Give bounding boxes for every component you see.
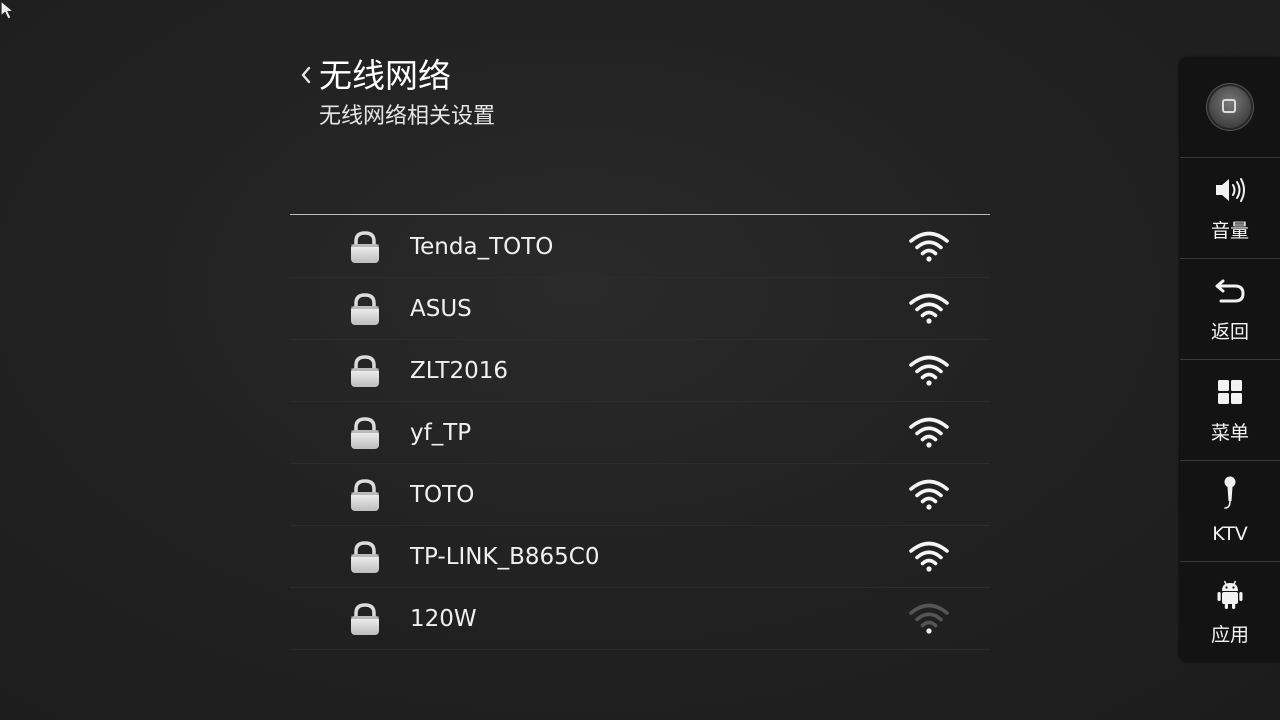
dock-menu-label: 菜单 [1210,422,1249,444]
lock-icon [348,416,382,450]
chevron-left-icon[interactable] [297,62,315,88]
network-ssid: ZLT2016 [410,358,508,384]
network-row[interactable]: TOTO [290,464,990,526]
network-ssid: ASUS [410,296,472,322]
lock-icon [348,292,382,326]
dock-volume-button[interactable]: 音量 [1180,158,1280,259]
dock-apps-button[interactable]: 应用 [1180,562,1280,662]
wifi-signal-icon [908,230,950,264]
android-icon [1217,580,1243,609]
network-row[interactable]: ZLT2016 [290,340,990,402]
wifi-signal-icon [908,416,950,450]
dock-menu-button[interactable]: 菜单 [1180,360,1280,461]
return-arrow-icon [1215,279,1245,303]
dock-ktv-button[interactable]: KTV [1180,461,1280,562]
dock-back-label: 返回 [1210,321,1249,343]
grid-menu-icon [1218,380,1242,404]
dock-back-button[interactable]: 返回 [1180,259,1280,360]
mouse-pointer-icon [0,0,16,20]
list-divider [290,214,990,215]
lock-icon [348,230,382,264]
wifi-signal-icon [908,478,950,512]
dock-apps-label: 应用 [1210,624,1249,646]
volume-icon [1216,178,1245,202]
network-ssid: 120W [410,606,477,632]
lock-icon [348,478,382,512]
wifi-signal-icon [908,292,950,326]
page-subtitle: 无线网络相关设置 [319,104,496,129]
network-row[interactable]: TP-LINK_B865C0 [290,526,990,588]
home-icon[interactable] [1209,86,1251,128]
lock-icon [348,602,382,636]
wifi-signal-icon [908,540,950,574]
dock-volume-label: 音量 [1210,220,1249,242]
wifi-signal-icon [908,602,950,636]
network-row[interactable]: 120W [290,588,990,650]
network-row[interactable]: yf_TP [290,402,990,464]
network-ssid: Tenda_TOTO [410,234,554,260]
page-title: 无线网络 [319,56,451,95]
side-dock: 音量 返回 菜单 KTV 应用 [1180,57,1280,662]
network-row[interactable]: Tenda_TOTO [290,216,990,278]
lock-icon [348,540,382,574]
network-list: Tenda_TOTO ASUS ZLT2016 yf_TP TOTO TP-LINK_B8… [290,216,990,650]
network-ssid: TP-LINK_B865C0 [410,544,600,570]
network-ssid: yf_TP [410,420,472,446]
wifi-signal-icon [908,354,950,388]
dock-home-area [1180,57,1280,158]
dock-ktv-label: KTV [1212,523,1248,545]
network-row[interactable]: ASUS [290,278,990,340]
network-ssid: TOTO [410,482,475,508]
lock-icon [348,354,382,388]
microphone-icon [1224,476,1236,509]
